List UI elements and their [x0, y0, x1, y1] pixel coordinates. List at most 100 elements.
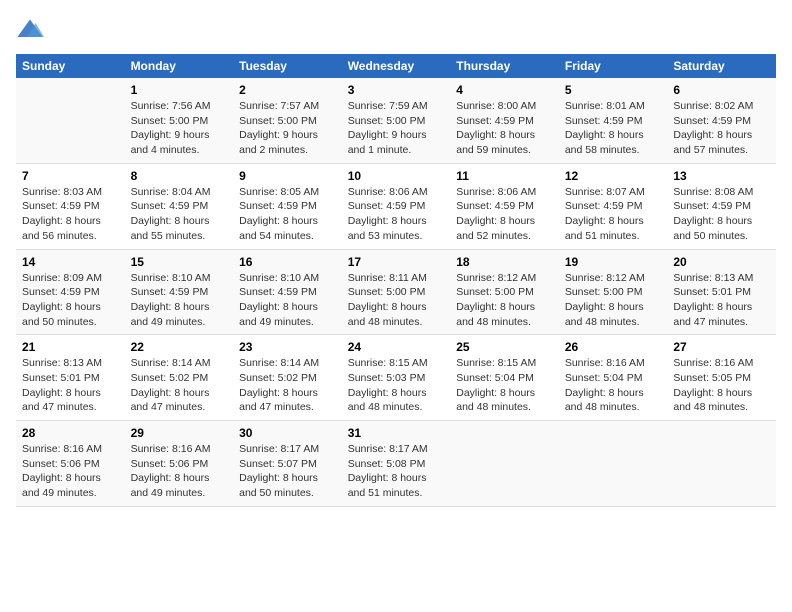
day-number: 1 [131, 83, 228, 97]
day-number: 24 [348, 340, 445, 354]
day-info: Sunrise: 8:06 AMSunset: 4:59 PMDaylight:… [348, 185, 445, 244]
calendar-cell: 4 Sunrise: 8:00 AMSunset: 4:59 PMDaylight… [450, 78, 559, 163]
day-info: Sunrise: 8:15 AMSunset: 5:04 PMDaylight:… [456, 356, 553, 415]
calendar-cell: 17 Sunrise: 8:11 AMSunset: 5:00 PMDayligh… [342, 249, 451, 335]
calendar-cell: 16 Sunrise: 8:10 AMSunset: 4:59 PMDayligh… [233, 249, 342, 335]
calendar-cell [450, 421, 559, 507]
day-number: 19 [565, 255, 662, 269]
day-number: 25 [456, 340, 553, 354]
day-number: 23 [239, 340, 336, 354]
day-number: 4 [456, 83, 553, 97]
day-number: 29 [131, 426, 228, 440]
calendar-cell: 24 Sunrise: 8:15 AMSunset: 5:03 PMDayligh… [342, 335, 451, 421]
calendar-week-5: 28 Sunrise: 8:16 AMSunset: 5:06 PMDayligh… [16, 421, 776, 507]
day-info: Sunrise: 8:10 AMSunset: 4:59 PMDaylight:… [131, 271, 228, 330]
calendar-cell: 31 Sunrise: 8:17 AMSunset: 5:08 PMDayligh… [342, 421, 451, 507]
day-info: Sunrise: 8:16 AMSunset: 5:05 PMDaylight:… [673, 356, 770, 415]
column-header-monday: Monday [125, 54, 234, 78]
day-info: Sunrise: 7:57 AMSunset: 5:00 PMDaylight:… [239, 99, 336, 158]
day-number: 17 [348, 255, 445, 269]
calendar-cell: 13Sunrise: 8:08 AMSunset: 4:59 PMDayligh… [667, 163, 776, 249]
calendar-cell: 12 Sunrise: 8:07 AMSunset: 4:59 PMDayligh… [559, 163, 668, 249]
day-number: 27 [673, 340, 770, 354]
calendar-week-4: 21 Sunrise: 8:13 AMSunset: 5:01 PMDayligh… [16, 335, 776, 421]
day-number: 2 [239, 83, 336, 97]
calendar-cell: 9Sunrise: 8:05 AMSunset: 4:59 PMDaylight… [233, 163, 342, 249]
page-container: SundayMondayTuesdayWednesdayThursdayFrid… [0, 0, 792, 515]
calendar-cell [667, 421, 776, 507]
calendar-cell: 18 Sunrise: 8:12 AMSunset: 5:00 PMDayligh… [450, 249, 559, 335]
calendar-cell: 14Sunrise: 8:09 AMSunset: 4:59 PMDayligh… [16, 249, 125, 335]
day-number: 15 [131, 255, 228, 269]
calendar-cell: 20 Sunrise: 8:13 AMSunset: 5:01 PMDayligh… [667, 249, 776, 335]
day-number: 18 [456, 255, 553, 269]
day-number: 16 [239, 255, 336, 269]
day-number: 22 [131, 340, 228, 354]
calendar-cell: 5 Sunrise: 8:01 AMSunset: 4:59 PMDaylight… [559, 78, 668, 163]
day-info: Sunrise: 8:13 AMSunset: 5:01 PMDaylight:… [673, 271, 770, 330]
calendar-cell [16, 78, 125, 163]
day-info: Sunrise: 8:15 AMSunset: 5:03 PMDaylight:… [348, 356, 445, 415]
calendar-cell: 2 Sunrise: 7:57 AMSunset: 5:00 PMDaylight… [233, 78, 342, 163]
day-number: 30 [239, 426, 336, 440]
calendar-cell: 8 Sunrise: 8:04 AMSunset: 4:59 PMDaylight… [125, 163, 234, 249]
day-info: Sunrise: 8:08 AMSunset: 4:59 PMDaylight:… [673, 185, 770, 244]
day-number: 5 [565, 83, 662, 97]
calendar-cell: 10 Sunrise: 8:06 AMSunset: 4:59 PMDayligh… [342, 163, 451, 249]
day-info: Sunrise: 8:17 AMSunset: 5:08 PMDaylight:… [348, 442, 445, 501]
calendar-cell: 3 Sunrise: 7:59 AMSunset: 5:00 PMDaylight… [342, 78, 451, 163]
column-header-wednesday: Wednesday [342, 54, 451, 78]
day-number: 8 [131, 169, 228, 183]
day-number: 21 [22, 340, 119, 354]
column-header-saturday: Saturday [667, 54, 776, 78]
logo-icon [16, 16, 44, 44]
day-info: Sunrise: 7:56 AMSunset: 5:00 PMDaylight:… [131, 99, 228, 158]
day-info: Sunrise: 8:10 AMSunset: 4:59 PMDaylight:… [239, 271, 336, 330]
day-info: Sunrise: 8:12 AMSunset: 5:00 PMDaylight:… [456, 271, 553, 330]
day-info: Sunrise: 8:13 AMSunset: 5:01 PMDaylight:… [22, 356, 119, 415]
day-number: 31 [348, 426, 445, 440]
calendar-cell: 19Sunrise: 8:12 AMSunset: 5:00 PMDayligh… [559, 249, 668, 335]
calendar-week-1: 1 Sunrise: 7:56 AMSunset: 5:00 PMDaylight… [16, 78, 776, 163]
day-info: Sunrise: 8:09 AMSunset: 4:59 PMDaylight:… [22, 271, 119, 330]
day-info: Sunrise: 8:14 AMSunset: 5:02 PMDaylight:… [131, 356, 228, 415]
day-info: Sunrise: 8:05 AMSunset: 4:59 PMDaylight:… [239, 185, 336, 244]
day-info: Sunrise: 7:59 AMSunset: 5:00 PMDaylight:… [348, 99, 445, 158]
day-info: Sunrise: 8:04 AMSunset: 4:59 PMDaylight:… [131, 185, 228, 244]
calendar-cell: 21 Sunrise: 8:13 AMSunset: 5:01 PMDayligh… [16, 335, 125, 421]
day-number: 3 [348, 83, 445, 97]
calendar-cell: 6Sunrise: 8:02 AMSunset: 4:59 PMDaylight… [667, 78, 776, 163]
calendar-body: 1 Sunrise: 7:56 AMSunset: 5:00 PMDaylight… [16, 78, 776, 506]
calendar-cell: 23 Sunrise: 8:14 AMSunset: 5:02 PMDayligh… [233, 335, 342, 421]
day-number: 28 [22, 426, 119, 440]
day-number: 10 [348, 169, 445, 183]
column-header-tuesday: Tuesday [233, 54, 342, 78]
day-number: 12 [565, 169, 662, 183]
calendar-week-3: 14Sunrise: 8:09 AMSunset: 4:59 PMDayligh… [16, 249, 776, 335]
day-info: Sunrise: 8:16 AMSunset: 5:06 PMDaylight:… [131, 442, 228, 501]
calendar-cell: 29 Sunrise: 8:16 AMSunset: 5:06 PMDayligh… [125, 421, 234, 507]
day-number: 26 [565, 340, 662, 354]
day-info: Sunrise: 8:00 AMSunset: 4:59 PMDaylight:… [456, 99, 553, 158]
day-number: 11 [456, 169, 553, 183]
day-info: Sunrise: 8:14 AMSunset: 5:02 PMDaylight:… [239, 356, 336, 415]
calendar-cell: 28 Sunrise: 8:16 AMSunset: 5:06 PMDayligh… [16, 421, 125, 507]
header-row: SundayMondayTuesdayWednesdayThursdayFrid… [16, 54, 776, 78]
day-info: Sunrise: 8:17 AMSunset: 5:07 PMDaylight:… [239, 442, 336, 501]
day-info: Sunrise: 8:03 AMSunset: 4:59 PMDaylight:… [22, 185, 119, 244]
calendar-cell: 25 Sunrise: 8:15 AMSunset: 5:04 PMDayligh… [450, 335, 559, 421]
day-info: Sunrise: 8:11 AMSunset: 5:00 PMDaylight:… [348, 271, 445, 330]
day-info: Sunrise: 8:07 AMSunset: 4:59 PMDaylight:… [565, 185, 662, 244]
column-header-friday: Friday [559, 54, 668, 78]
day-number: 20 [673, 255, 770, 269]
calendar-table: SundayMondayTuesdayWednesdayThursdayFrid… [16, 54, 776, 507]
day-info: Sunrise: 8:16 AMSunset: 5:06 PMDaylight:… [22, 442, 119, 501]
day-info: Sunrise: 8:01 AMSunset: 4:59 PMDaylight:… [565, 99, 662, 158]
calendar-week-2: 7Sunrise: 8:03 AMSunset: 4:59 PMDaylight… [16, 163, 776, 249]
calendar-cell: 26Sunrise: 8:16 AMSunset: 5:04 PMDayligh… [559, 335, 668, 421]
calendar-cell: 7Sunrise: 8:03 AMSunset: 4:59 PMDaylight… [16, 163, 125, 249]
calendar-cell [559, 421, 668, 507]
calendar-cell: 15 Sunrise: 8:10 AMSunset: 4:59 PMDayligh… [125, 249, 234, 335]
page-header [16, 16, 776, 44]
calendar-cell: 27 Sunrise: 8:16 AMSunset: 5:05 PMDayligh… [667, 335, 776, 421]
